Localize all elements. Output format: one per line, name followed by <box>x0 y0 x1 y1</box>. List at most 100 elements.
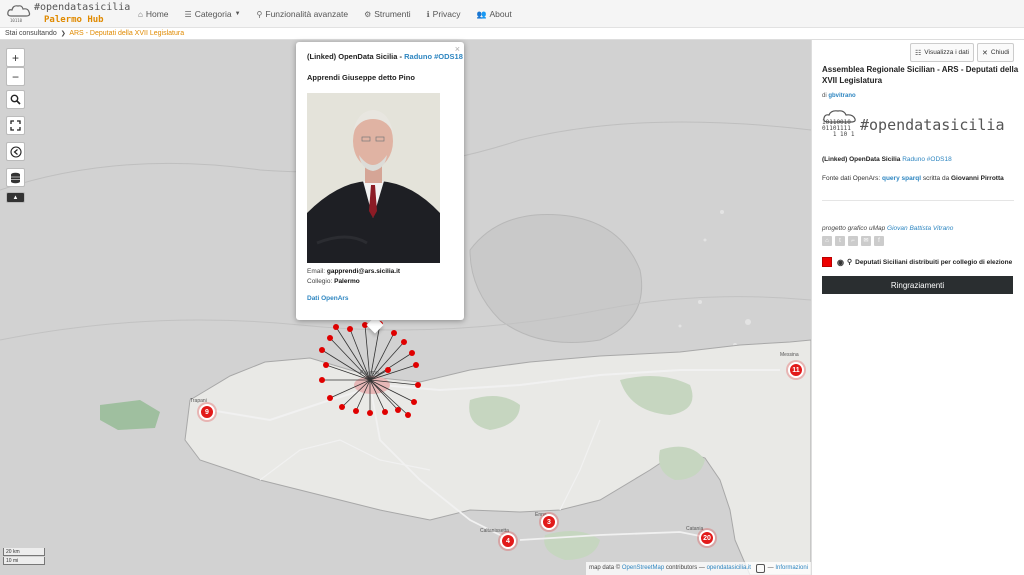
eye-icon[interactable]: ◉ <box>837 258 844 267</box>
zoom-in-button[interactable]: + <box>6 48 25 67</box>
close-panel-button[interactable]: ✕ Chiudi <box>977 43 1015 62</box>
map-label-palermo: Palermo <box>360 370 379 376</box>
cluster-marker[interactable]: 3 <box>541 514 557 530</box>
breadcrumb-prefix: Stai consultando <box>5 30 57 37</box>
share-icons: ⌂ t ⌐ ✉ f <box>822 236 887 246</box>
author-prefix: di <box>822 93 827 99</box>
map-attribution: map data © OpenStreetMap contributors — … <box>586 562 811 575</box>
cluster-marker[interactable]: 11 <box>788 362 804 378</box>
attribution-prefix: map data © <box>589 565 621 571</box>
map-label-messina: Messina <box>780 352 799 358</box>
sparql-link[interactable]: query sparql <box>882 175 921 182</box>
nav-categoria-label: Categoria <box>194 9 232 19</box>
view-data-button[interactable]: ☷ Visualizza i dati <box>910 43 974 62</box>
close-panel-label: Chiudi <box>990 49 1010 56</box>
nav-categoria[interactable]: ☰ Categoria ▼ <box>177 0 249 28</box>
embed-icon[interactable]: ⌂ <box>822 236 832 246</box>
license-icon <box>755 564 765 573</box>
home-icon: ⌂ <box>138 9 143 19</box>
side-panel: ☷ Visualizza i dati ✕ Chiudi Assemblea R… <box>811 40 1024 575</box>
panel-divider <box>822 200 1014 201</box>
view-data-label: Visualizza i dati <box>924 49 969 56</box>
layer-name: Deputati Siciliani distribuiti per colle… <box>855 258 1013 266</box>
attribution-sep: — <box>767 565 774 571</box>
nav-privacy-label: Privacy <box>432 9 461 19</box>
project-credit: progetto grafico uMap Giovan Battista Vi… <box>822 225 953 232</box>
top-navbar: 10110 #opendatasicilia Palermo Hub ⌂ Hom… <box>0 0 1024 28</box>
popup-title-link[interactable]: Raduno #ODS18 <box>404 52 463 61</box>
author-link[interactable]: gbvitrano <box>828 93 855 99</box>
desc-line-2-author: Giovanni Pirrotta <box>951 175 1004 182</box>
map-title: Assemblea Regionale Sicilian - ARS - Dep… <box>822 65 1019 85</box>
nav-strumenti[interactable]: ⚙ Strumenti <box>356 0 419 28</box>
search-location-button[interactable] <box>6 90 25 109</box>
breadcrumb-current[interactable]: ARS - Deputati della XVII Legislatura <box>69 30 184 37</box>
desc-line-1-link[interactable]: Raduno #ODS18 <box>902 156 952 163</box>
nav-privacy[interactable]: ℹ Privacy <box>419 0 469 28</box>
share-button[interactable] <box>6 142 25 161</box>
magnifier-icon <box>10 94 21 105</box>
layer-row[interactable]: ◉ ⚲ Deputati Siciliani distribuiti per c… <box>822 257 1012 267</box>
popup-email-row: Email: gapprendi@ars.sicilia.it <box>307 268 400 275</box>
logo-binary: 10110010 01101111 1 10 1 <box>822 119 855 138</box>
chevron-right-icon: ❯ <box>60 31 66 37</box>
cluster-marker[interactable]: 9 <box>199 404 215 420</box>
project-credit-link[interactable]: Giovan Battista Vitrano <box>887 225 953 232</box>
collegio-label: Collegio: <box>307 278 333 285</box>
popup-collegio-row: Collegio: Palermo <box>307 278 360 285</box>
osm-link[interactable]: OpenStreetMap <box>622 562 664 575</box>
nav-home-label: Home <box>145 9 169 19</box>
popup-title: (Linked) OpenData Sicilia - Raduno #ODS1… <box>307 52 463 61</box>
brand-subtitle: Palermo Hub <box>44 15 104 25</box>
link-icon[interactable]: ⌐ <box>848 236 858 246</box>
site-link[interactable]: opendatasicilia.it <box>707 562 751 575</box>
cloud-logo-icon: 10110 <box>7 5 31 23</box>
cluster-marker[interactable]: 4 <box>500 533 516 549</box>
dati-openars-link[interactable]: Dati OpenArs <box>307 295 349 302</box>
zoom-to-layer-icon[interactable]: ⚲ <box>847 258 852 266</box>
breadcrumb: Stai consultando ❯ ARS - Deputati della … <box>0 28 1024 40</box>
deputy-photo <box>307 93 440 263</box>
map-author: di gbvitrano <box>822 93 856 99</box>
layer-color-swatch <box>822 257 832 267</box>
table-icon: ☷ <box>915 49 922 57</box>
thanks-button[interactable]: Ringraziamenti <box>822 276 1013 294</box>
close-icon: ✕ <box>982 49 988 57</box>
gear-icon: ⚙ <box>364 9 372 19</box>
popup-title-prefix: (Linked) OpenData Sicilia - <box>307 52 405 61</box>
collapse-controls-button[interactable]: ▲ <box>6 192 25 203</box>
info-link[interactable]: Informazioni <box>775 562 808 575</box>
twitter-icon[interactable]: t <box>835 236 845 246</box>
popup-deputy-name: Apprendi Giuseppe detto Pino <box>307 73 415 82</box>
email-icon[interactable]: ✉ <box>861 236 871 246</box>
brand-logo[interactable]: 10110 #opendatasicilia Palermo Hub <box>6 2 130 26</box>
nav-about-label: About <box>489 9 512 19</box>
nav-strumenti-label: Strumenti <box>374 9 411 19</box>
layers-button[interactable] <box>6 168 25 187</box>
caret-up-icon: ▲ <box>12 194 19 201</box>
deputy-portrait-image <box>307 93 440 263</box>
desc-line-1-bold: (Linked) OpenData Sicilia <box>822 156 901 163</box>
caret-down-icon: ▼ <box>234 11 241 17</box>
map-label-trapani: Trapani <box>190 398 207 404</box>
nav-about[interactable]: 👥 About <box>469 0 520 28</box>
desc-line-2-prefix: Fonte dati OpenArs: <box>822 175 881 182</box>
logo-text: #opendatasicilia <box>860 116 1005 134</box>
cluster-marker[interactable]: 20 <box>699 530 715 546</box>
project-credit-prefix: progetto grafico uMap <box>822 225 886 232</box>
svg-text:10110: 10110 <box>10 18 23 23</box>
email-value: gapprendi@ars.sicilia.it <box>326 268 401 275</box>
fullscreen-icon <box>10 120 21 131</box>
brand-title: #opendatasicilia <box>34 2 131 13</box>
search-icon: ⚲ <box>256 9 263 19</box>
share-icon <box>9 145 22 158</box>
nav-funzionalita[interactable]: ⚲ Funzionalità avanzate <box>249 0 357 28</box>
nav-home[interactable]: ⌂ Home <box>130 0 177 28</box>
zoom-out-button[interactable]: − <box>6 67 25 86</box>
marker-popup: × (Linked) OpenData Sicilia - Raduno #OD… <box>296 42 464 320</box>
desc-line-2-mid: scritta da <box>922 175 950 182</box>
database-icon <box>11 172 20 183</box>
fullscreen-button[interactable] <box>6 116 25 135</box>
facebook-icon[interactable]: f <box>874 236 884 246</box>
scale-km: 20 km <box>3 548 45 556</box>
